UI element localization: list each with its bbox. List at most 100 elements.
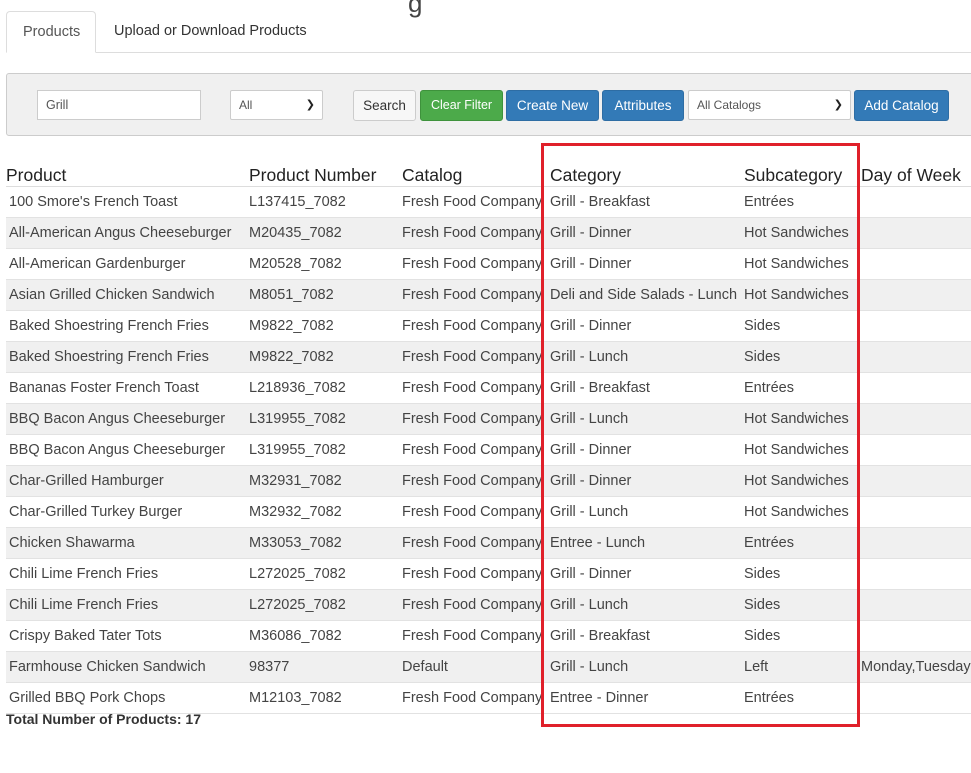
total-products-label: Total Number of Products: 17 bbox=[6, 711, 201, 727]
cell-product[interactable]: All-American Angus Cheeseburger bbox=[6, 217, 249, 249]
cell-product[interactable]: Asian Grilled Chicken Sandwich bbox=[6, 279, 249, 311]
filter-bar: Grill All ❯ Search Clear Filter Create N… bbox=[6, 73, 971, 136]
table-row[interactable]: Bananas Foster French Toast L218936_7082 F… bbox=[6, 372, 971, 404]
cell-product-number: M20528_7082 bbox=[249, 248, 402, 280]
cell-product[interactable]: Char-Grilled Hamburger bbox=[6, 465, 249, 497]
table-row[interactable]: Baked Shoestring French Fries M9822_7082 F… bbox=[6, 341, 971, 373]
cell-day-of-week bbox=[861, 279, 971, 311]
attributes-button[interactable]: Attributes bbox=[602, 90, 684, 121]
cell-day-of-week bbox=[861, 434, 971, 466]
table-row[interactable]: Char-Grilled Hamburger M32931_7082 Fresh F… bbox=[6, 465, 971, 497]
cell-subcategory: Entrées bbox=[744, 186, 861, 218]
cell-catalog: Fresh Food Company bbox=[402, 465, 550, 497]
cell-product-number: M36086_7082 bbox=[249, 620, 402, 652]
column-header-category[interactable]: Category bbox=[550, 155, 744, 187]
cell-product-number: L319955_7082 bbox=[249, 434, 402, 466]
cell-product[interactable]: Baked Shoestring French Fries bbox=[6, 341, 249, 373]
cell-day-of-week bbox=[861, 217, 971, 249]
table-row[interactable]: Char-Grilled Turkey Burger M32932_7082 Fre… bbox=[6, 496, 971, 528]
cell-day-of-week bbox=[861, 403, 971, 435]
cell-product[interactable]: Farmhouse Chicken Sandwich bbox=[6, 651, 249, 683]
cell-product-number: M9822_7082 bbox=[249, 341, 402, 373]
column-header-catalog[interactable]: Catalog bbox=[402, 155, 550, 187]
cell-catalog: Fresh Food Company bbox=[402, 279, 550, 311]
cell-subcategory: Hot Sandwiches bbox=[744, 403, 861, 435]
table-row[interactable]: BBQ Bacon Angus Cheeseburger L319955_7082… bbox=[6, 434, 971, 466]
cell-product-number: M32931_7082 bbox=[249, 465, 402, 497]
cell-catalog: Fresh Food Company bbox=[402, 496, 550, 528]
cell-product[interactable]: Chili Lime French Fries bbox=[6, 589, 249, 621]
table-row[interactable]: Grilled BBQ Pork Chops M12103_7082 Fresh F… bbox=[6, 682, 971, 714]
cell-product[interactable]: Bananas Foster French Toast bbox=[6, 372, 249, 404]
catalog-select[interactable]: All Catalogs ❯ bbox=[688, 90, 851, 120]
cell-product[interactable]: Chicken Shawarma bbox=[6, 527, 249, 559]
cell-day-of-week bbox=[861, 248, 971, 280]
cell-category: Deli and Side Salads - Lunch bbox=[550, 279, 744, 311]
table-row[interactable]: Crispy Baked Tater Tots M36086_7082 Fresh … bbox=[6, 620, 971, 652]
cell-product-number: L137415_7082 bbox=[249, 186, 402, 218]
table-row[interactable]: All-American Angus Cheeseburger M20435_70… bbox=[6, 217, 971, 249]
cell-product[interactable]: 100 Smore's French Toast bbox=[6, 186, 249, 218]
tab-upload-download[interactable]: Upload or Download Products bbox=[98, 11, 323, 52]
cell-product[interactable]: BBQ Bacon Angus Cheeseburger bbox=[6, 434, 249, 466]
table-row[interactable]: Chili Lime French Fries L272025_7082 Fresh… bbox=[6, 589, 971, 621]
cell-day-of-week bbox=[861, 682, 971, 714]
cell-subcategory: Hot Sandwiches bbox=[744, 434, 861, 466]
cell-subcategory: Sides bbox=[744, 341, 861, 373]
cell-day-of-week bbox=[861, 186, 971, 218]
cell-subcategory: Entrées bbox=[744, 527, 861, 559]
cell-day-of-week bbox=[861, 465, 971, 497]
cell-category: Grill - Breakfast bbox=[550, 186, 744, 218]
table-row[interactable]: BBQ Bacon Angus Cheeseburger L319955_7082… bbox=[6, 403, 971, 435]
table-body: 100 Smore's French Toast L137415_7082 Fres… bbox=[6, 186, 971, 714]
cell-category: Entree - Lunch bbox=[550, 527, 744, 559]
cell-product[interactable]: All-American Gardenburger bbox=[6, 248, 249, 280]
column-header-day-of-week[interactable]: Day of Week bbox=[861, 155, 971, 187]
table-row[interactable]: Chicken Shawarma M33053_7082 Fresh Food Co… bbox=[6, 527, 971, 559]
cell-product-number: L272025_7082 bbox=[249, 558, 402, 590]
cell-product[interactable]: Baked Shoestring French Fries bbox=[6, 310, 249, 342]
cell-category: Entree - Dinner bbox=[550, 682, 744, 714]
cell-product-number: M20435_7082 bbox=[249, 217, 402, 249]
cell-subcategory: Sides bbox=[744, 620, 861, 652]
cell-product[interactable]: BBQ Bacon Angus Cheeseburger bbox=[6, 403, 249, 435]
cell-subcategory: Hot Sandwiches bbox=[744, 279, 861, 311]
create-new-button[interactable]: Create New bbox=[506, 90, 599, 121]
table-row[interactable]: All-American Gardenburger M20528_7082 Fres… bbox=[6, 248, 971, 280]
cell-product[interactable]: Char-Grilled Turkey Burger bbox=[6, 496, 249, 528]
table-row[interactable]: 100 Smore's French Toast L137415_7082 Fres… bbox=[6, 186, 971, 218]
cell-product-number: L218936_7082 bbox=[249, 372, 402, 404]
cell-day-of-week bbox=[861, 589, 971, 621]
search-input[interactable]: Grill bbox=[37, 90, 201, 120]
cell-product[interactable]: Grilled BBQ Pork Chops bbox=[6, 682, 249, 714]
cell-catalog: Fresh Food Company bbox=[402, 682, 550, 714]
table-row[interactable]: Chili Lime French Fries L272025_7082 Fresh… bbox=[6, 558, 971, 590]
cell-subcategory: Left bbox=[744, 651, 861, 683]
add-catalog-button[interactable]: Add Catalog bbox=[854, 90, 949, 121]
cell-subcategory: Sides bbox=[744, 558, 861, 590]
type-select[interactable]: All ❯ bbox=[230, 90, 323, 120]
cell-catalog: Fresh Food Company bbox=[402, 310, 550, 342]
cell-product[interactable]: Crispy Baked Tater Tots bbox=[6, 620, 249, 652]
cell-product[interactable]: Chili Lime French Fries bbox=[6, 558, 249, 590]
cell-catalog: Fresh Food Company bbox=[402, 527, 550, 559]
cell-day-of-week bbox=[861, 341, 971, 373]
cell-catalog: Fresh Food Company bbox=[402, 589, 550, 621]
cell-catalog: Fresh Food Company bbox=[402, 248, 550, 280]
cell-catalog: Fresh Food Company bbox=[402, 620, 550, 652]
cell-catalog: Fresh Food Company bbox=[402, 372, 550, 404]
clear-filter-button[interactable]: Clear Filter bbox=[420, 90, 503, 121]
table-row[interactable]: Asian Grilled Chicken Sandwich M8051_7082… bbox=[6, 279, 971, 311]
cell-category: Grill - Lunch bbox=[550, 403, 744, 435]
column-header-product-number[interactable]: Product Number bbox=[249, 155, 402, 187]
cell-category: Grill - Lunch bbox=[550, 589, 744, 621]
chevron-down-icon: ❯ bbox=[833, 99, 843, 111]
table-row[interactable]: Baked Shoestring French Fries M9822_7082 F… bbox=[6, 310, 971, 342]
table-row[interactable]: Farmhouse Chicken Sandwich 98377 Default Gr… bbox=[6, 651, 971, 683]
cell-day-of-week bbox=[861, 310, 971, 342]
cell-category: Grill - Dinner bbox=[550, 558, 744, 590]
column-header-product[interactable]: Product bbox=[6, 155, 249, 187]
tab-products[interactable]: Products bbox=[6, 11, 96, 53]
column-header-subcategory[interactable]: Subcategory bbox=[744, 155, 861, 187]
search-button[interactable]: Search bbox=[353, 90, 416, 121]
